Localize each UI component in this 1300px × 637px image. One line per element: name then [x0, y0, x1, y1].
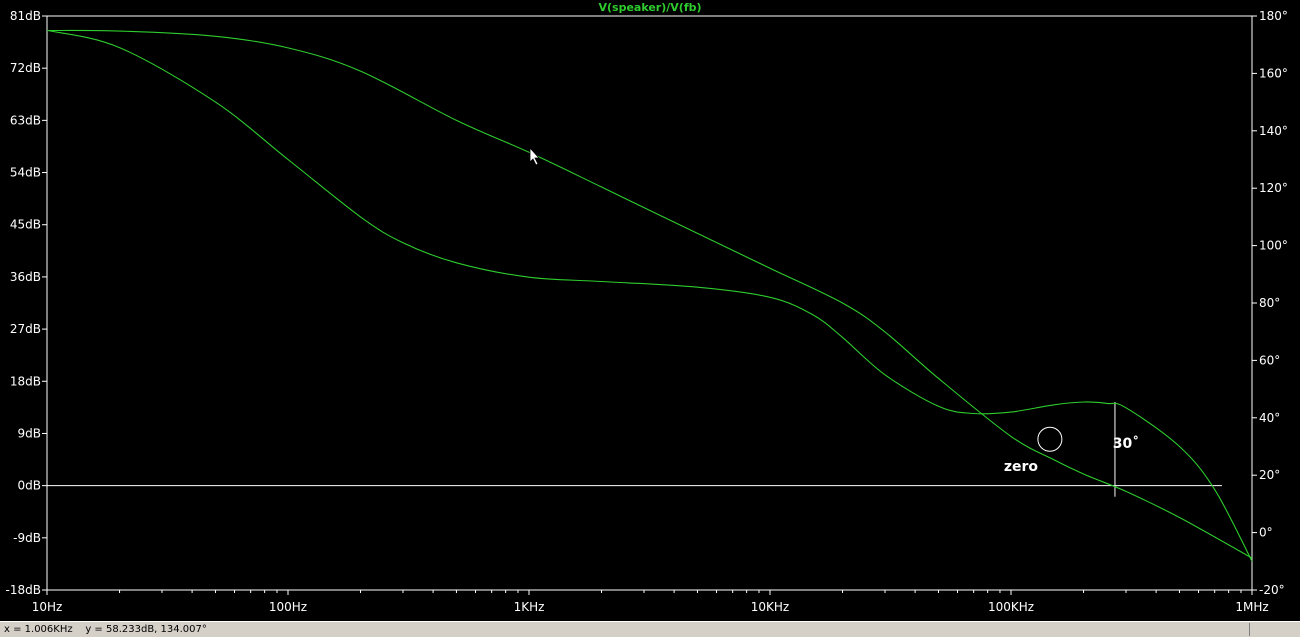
status-bar: x = 1.006KHz y = 58.233dB, 134.007° — [0, 621, 1300, 637]
y-left-tick-label: -9dB — [13, 531, 41, 545]
mouse-cursor-icon — [529, 146, 540, 166]
y-left-tick-label: 63dB — [10, 113, 41, 127]
status-grip — [1249, 623, 1300, 636]
y-axis-right: 180° 160° 140° 120° 100° 80° 60° 40° 20° 0° -20° — [1252, 9, 1288, 597]
y-right-tick-label: 60° — [1259, 353, 1280, 367]
y-left-tick-label: 72dB — [10, 61, 41, 75]
y-right-tick-label: 20° — [1259, 468, 1280, 482]
y-right-tick-label: 180° — [1259, 9, 1288, 23]
y-left-tick-label: 27dB — [10, 322, 41, 336]
y-left-tick-label: 9dB — [18, 426, 41, 440]
y-right-tick-label: 140° — [1259, 124, 1288, 138]
x-tick-label: 1MHz — [1235, 600, 1268, 614]
y-left-tick-label: 0dB — [18, 479, 41, 493]
y-right-tick-label: 120° — [1259, 181, 1288, 195]
y-right-tick-label: -20° — [1259, 583, 1285, 597]
bode-plot[interactable]: V(speaker)/V(fb) 10Hz 100Hz 1KHz 10KHz 100KH… — [0, 0, 1300, 621]
magnitude-trace — [46, 29, 1253, 559]
x-tick-label: 1KHz — [514, 600, 545, 614]
cursor-readout: x = 1.006KHz y = 58.233dB, 134.007° — [4, 624, 207, 635]
y-right-tick-label: 100° — [1259, 239, 1288, 253]
y-axis-left: 81dB 72dB 63dB 54dB 45dB 36dB 27dB 18dB 9dB 0dB -9… — [6, 9, 47, 597]
series-group — [46, 29, 1253, 562]
chart-title: V(speaker)/V(fb) — [598, 1, 701, 14]
x-axis: 10Hz 100Hz 1KHz 10KHz 100KHz 1MHz — [32, 590, 1269, 614]
phase-trace — [46, 29, 1253, 562]
zero-marker-circle — [1037, 426, 1063, 452]
x-tick-label: 10Hz — [32, 600, 63, 614]
y-left-tick-label: 36dB — [10, 270, 41, 284]
x-tick-label: 10KHz — [751, 600, 789, 614]
plot-frame — [46, 15, 1253, 591]
y-left-tick-label: 54dB — [10, 166, 41, 180]
y-right-tick-label: 160° — [1259, 66, 1288, 80]
y-left-tick-label: 81dB — [10, 9, 41, 23]
y-left-tick-label: -18dB — [6, 583, 41, 597]
y-right-tick-label: 40° — [1259, 411, 1280, 425]
x-tick-label: 100Hz — [269, 600, 307, 614]
annotations: zero 30˚ — [47, 402, 1222, 497]
x-tick-label: 100KHz — [988, 600, 1034, 614]
y-left-tick-label: 45dB — [10, 218, 41, 232]
y-left-tick-label: 18dB — [10, 374, 41, 388]
annotation-label: 30˚ — [1113, 435, 1139, 452]
annotation-label: zero — [1004, 459, 1039, 475]
y-right-tick-label: 0° — [1259, 526, 1273, 540]
y-right-tick-label: 80° — [1259, 296, 1280, 310]
